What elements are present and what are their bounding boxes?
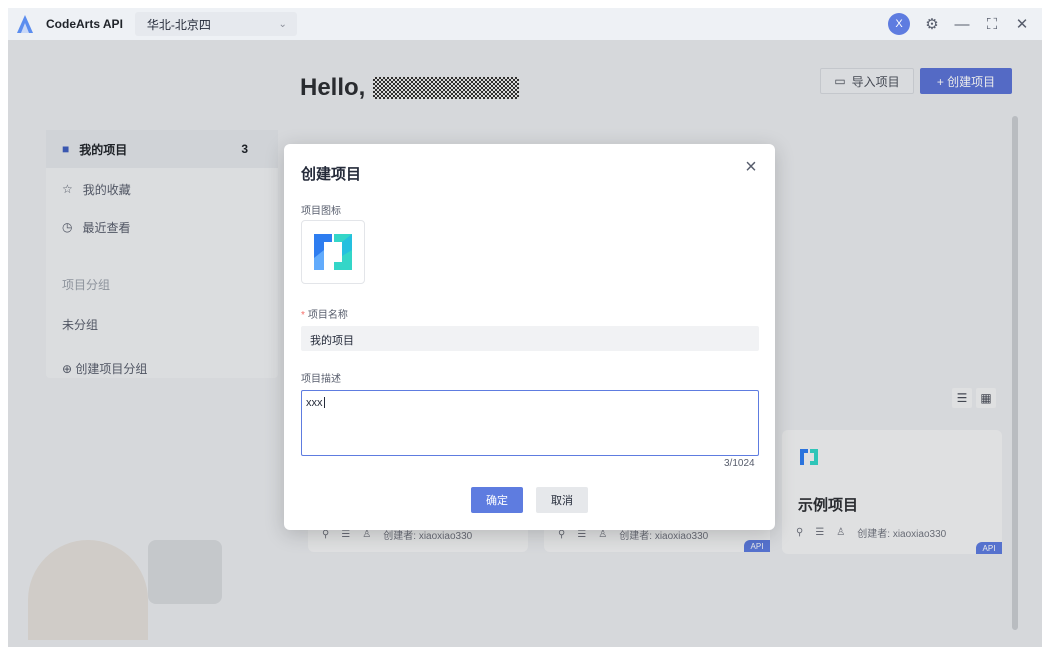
avatar[interactable]: X [888,13,910,35]
icon-label: 项目图标 [301,206,341,217]
name-label-text: 项目名称 [307,310,348,321]
app-name: CodeArts API [46,17,123,31]
project-name-input[interactable]: 我的项目 [301,326,759,351]
text-caret [323,397,325,408]
chevron-down-icon: ⌄ [278,18,287,30]
project-icon-picker[interactable] [301,220,365,284]
close-icon[interactable]: × [742,157,760,177]
region-select[interactable]: 华北-北京四 ⌄ [134,12,297,36]
desc-label: 项目描述 [301,374,341,385]
required-marker: * [301,310,305,321]
codearts-logo-icon [17,15,33,33]
region-value: 华北-北京四 [146,17,211,32]
create-project-dialog: 创建项目 × 项目图标 * 项目名称 我的项目 项目描述 xxx 3/1024 确… [284,144,775,530]
title-bar: CodeArts API 华北-北京四 ⌄ X ⚙ — ⛶ ✕ [8,8,1042,40]
maximize-icon[interactable]: ⛶ [984,16,1000,33]
settings-icon[interactable]: ⚙ [924,16,940,33]
cancel-button[interactable]: 取消 [536,487,588,513]
char-counter: 3/1024 [724,458,755,469]
name-label: * 项目名称 [301,306,348,321]
close-icon[interactable]: ✕ [1014,16,1030,33]
project-desc-textarea[interactable]: xxx [301,390,759,456]
minimize-icon[interactable]: — [954,16,970,33]
dialog-title: 创建项目 [301,166,362,183]
desc-value: xxx [306,397,323,409]
project-icon [314,234,352,270]
confirm-button[interactable]: 确定 [471,487,523,513]
